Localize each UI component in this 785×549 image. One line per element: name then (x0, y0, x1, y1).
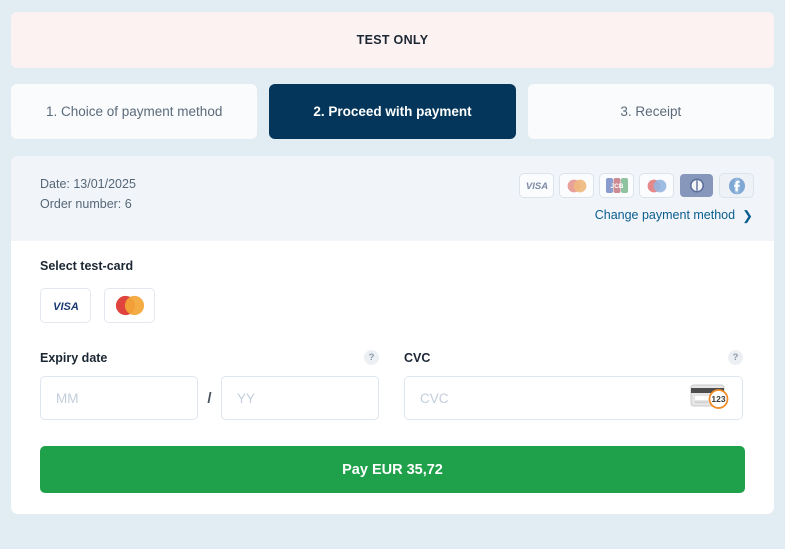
expiry-date-group: Expiry date ? / (40, 349, 379, 420)
cvc-help-icon[interactable]: ? (728, 350, 743, 365)
cvc-header: CVC ? (404, 349, 743, 366)
order-number: Order number: 6 (40, 197, 132, 211)
select-test-card-label: Select test-card (40, 259, 134, 273)
pay-button[interactable]: Pay EUR 35,72 (40, 446, 745, 493)
dankort-icon (640, 174, 673, 197)
tab-label: 2. Proceed with payment (313, 104, 472, 119)
cvc-inputs: 123 (404, 376, 743, 420)
cvc-group: CVC ? CVC 123 (404, 349, 743, 420)
test-mode-banner: TEST ONLY (11, 12, 774, 68)
jcb-icon: JCB (600, 174, 633, 197)
checkout-steps: 1. Choice of payment method 2. Proceed w… (11, 84, 774, 139)
mastercard-icon (560, 174, 593, 197)
test-mode-banner-text: TEST ONLY (356, 33, 429, 47)
expiry-year-input[interactable] (221, 376, 379, 420)
tab-receipt[interactable]: 3. Receipt (527, 84, 774, 139)
card-detail-fields: Expiry date ? / CVC ? (40, 349, 745, 420)
expiry-separator: / (207, 389, 212, 407)
change-payment-method-link[interactable]: Change payment method ❯ (595, 208, 753, 222)
tab-choice-of-payment-method[interactable]: 1. Choice of payment method (11, 84, 258, 139)
expiry-help-icon[interactable]: ? (364, 350, 379, 365)
cvc-label: CVC (404, 350, 431, 365)
payment-page: TEST ONLY 1. Choice of payment method 2.… (0, 12, 785, 549)
expiry-date-label: Expiry date (40, 350, 108, 365)
cvc-input[interactable] (404, 376, 743, 420)
payment-card-header: Date: 13/01/2025 Order number: 6 VISA JC… (11, 156, 774, 241)
accepted-card-brands: VISA JCB (520, 174, 753, 197)
svg-text:JCB: JCB (610, 183, 623, 190)
svg-text:VISA: VISA (525, 181, 547, 191)
test-card-mastercard[interactable] (104, 288, 155, 323)
order-date: Date: 13/01/2025 (40, 177, 136, 191)
tab-label: 3. Receipt (620, 104, 682, 119)
forbrugsforeningen-icon (720, 174, 753, 197)
payment-card: Date: 13/01/2025 Order number: 6 VISA JC… (11, 156, 774, 514)
test-card-visa[interactable]: VISA (40, 288, 91, 323)
chevron-right-icon: ❯ (742, 207, 753, 223)
tab-label: 1. Choice of payment method (45, 104, 223, 119)
tab-proceed-with-payment[interactable]: 2. Proceed with payment (269, 84, 516, 139)
payment-form: Select test-card VISA Expiry date ? MM /… (11, 241, 774, 420)
diners-club-icon (680, 174, 713, 197)
test-card-options: VISA (40, 288, 745, 323)
order-summary: Date: 13/01/2025 Order number: 6 (40, 174, 136, 241)
expiry-inputs: / (40, 376, 379, 420)
payment-brands-area: VISA JCB Change payment method ❯ (520, 174, 753, 241)
expiry-date-header: Expiry date ? (40, 349, 379, 366)
visa-icon: VISA (520, 174, 553, 197)
expiry-month-input[interactable] (40, 376, 198, 420)
change-payment-method-label: Change payment method (594, 208, 736, 222)
svg-text:VISA: VISA (53, 301, 79, 312)
